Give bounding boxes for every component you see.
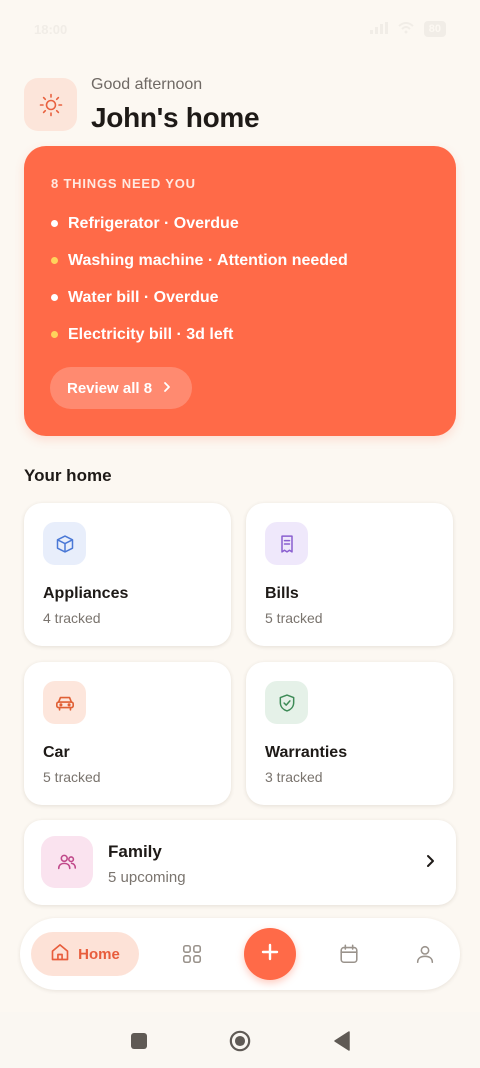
- profile-icon[interactable]: [413, 942, 437, 966]
- plus-icon: [260, 942, 280, 967]
- status-bar: 18:00 80: [0, 0, 480, 58]
- bottom-nav: Home: [20, 918, 460, 990]
- car-icon: [43, 681, 86, 724]
- chevron-right-icon: [162, 380, 172, 397]
- grid-icon[interactable]: [180, 942, 204, 966]
- alert-item[interactable]: Refrigerator · Overdue: [51, 205, 429, 242]
- alerts-card: 8 THINGS NEED YOU Refrigerator · Overdue…: [24, 146, 456, 436]
- receipt-icon: [265, 522, 308, 565]
- alert-item-text: Water bill · Overdue: [68, 288, 219, 306]
- alert-item-text: Electricity bill · 3d left: [68, 325, 234, 343]
- alerts-list: Refrigerator · Overdue Washing machine ·…: [51, 205, 429, 353]
- tile-warranties[interactable]: Warranties 3 tracked: [246, 662, 453, 805]
- status-dot: [51, 294, 58, 301]
- home-circle-icon[interactable]: [229, 1030, 251, 1052]
- nav-home[interactable]: Home: [31, 932, 139, 976]
- box-icon: [43, 522, 86, 565]
- recents-icon[interactable]: [128, 1030, 150, 1052]
- alert-item[interactable]: Washing machine · Attention needed: [51, 242, 429, 279]
- page-title: John's home: [91, 102, 260, 133]
- alert-item-text: Refrigerator · Overdue: [68, 214, 239, 232]
- sun-icon: [24, 78, 77, 131]
- status-dot: [51, 257, 58, 264]
- alerts-heading: 8 THINGS NEED YOU: [51, 176, 196, 191]
- status-dot: [51, 220, 58, 227]
- section-title: Your home: [24, 466, 112, 485]
- nav-home-label: Home: [78, 945, 120, 963]
- tile-bills[interactable]: Bills 5 tracked: [246, 503, 453, 646]
- tile-title: Appliances: [43, 585, 129, 602]
- users-icon: [41, 836, 93, 888]
- status-dot: [51, 331, 58, 338]
- wifi-icon: [398, 21, 414, 37]
- tile-subtitle: 4 tracked: [43, 610, 101, 626]
- system-nav-bar: [0, 1012, 480, 1068]
- review-all-button[interactable]: Review all 8: [50, 367, 193, 409]
- header: Good afternoon John's home: [24, 76, 456, 136]
- home-icon: [50, 942, 70, 966]
- signal-icon: [369, 21, 388, 37]
- tile-car[interactable]: Car 5 tracked: [24, 662, 231, 805]
- review-all-label: Review all 8: [67, 379, 153, 397]
- tile-title: Warranties: [265, 744, 348, 761]
- status-time: 18:00: [34, 21, 68, 37]
- shield-check-icon: [265, 681, 308, 724]
- status-icons: 80: [369, 21, 446, 37]
- family-card[interactable]: Family 5 upcoming: [24, 820, 456, 905]
- family-title: Family: [108, 842, 162, 861]
- alert-item[interactable]: Water bill · Overdue: [51, 279, 429, 316]
- alert-item-text: Washing machine · Attention needed: [68, 251, 348, 269]
- alert-item[interactable]: Electricity bill · 3d left: [51, 316, 429, 353]
- greeting-text: Good afternoon: [91, 76, 203, 93]
- chevron-right-icon: [424, 853, 436, 874]
- back-icon[interactable]: [331, 1030, 353, 1052]
- tile-title: Bills: [265, 585, 299, 602]
- calendar-icon[interactable]: [337, 942, 361, 966]
- family-subtitle: 5 upcoming: [108, 869, 186, 886]
- add-button[interactable]: [244, 928, 296, 980]
- tile-subtitle: 5 tracked: [43, 769, 101, 785]
- tile-title: Car: [43, 744, 70, 761]
- tile-appliances[interactable]: Appliances 4 tracked: [24, 503, 231, 646]
- tile-subtitle: 5 tracked: [265, 610, 323, 626]
- tile-subtitle: 3 tracked: [265, 769, 323, 785]
- battery-indicator: 80: [423, 21, 446, 37]
